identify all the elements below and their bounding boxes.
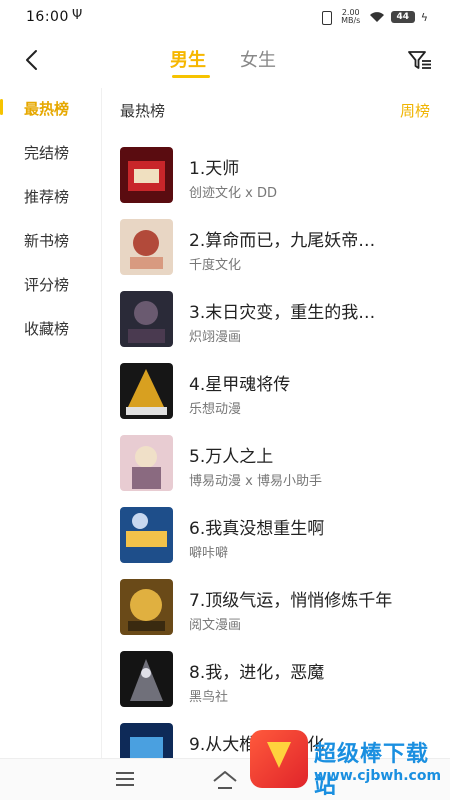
filter-icon <box>408 51 431 69</box>
cover-image <box>120 363 173 419</box>
back-button[interactable] <box>16 44 48 76</box>
cover-image <box>120 651 173 707</box>
item-author: 博易动漫 x 博易小助手 <box>189 474 322 489</box>
site-watermark: 超级棒下载站 www.cjbwh.com <box>248 724 448 799</box>
sidebar-item-rating[interactable]: 评分榜 <box>24 274 69 295</box>
watermark-url: www.cjbwh.com <box>314 768 442 784</box>
usb-icon: Ψ <box>72 8 83 23</box>
item-title: 1.天师 <box>189 159 240 179</box>
cover-image <box>120 219 173 275</box>
sidebar-item-new[interactable]: 新书榜 <box>24 230 69 251</box>
network-speed: 2.00 MB/s <box>339 9 363 25</box>
active-tab-indicator <box>172 75 210 78</box>
cover-image <box>120 435 173 491</box>
tab-male[interactable]: 男生 <box>170 46 206 72</box>
item-author: 创迹文化 x DD <box>189 186 277 201</box>
home-icon[interactable] <box>212 769 238 791</box>
list-item[interactable]: 2.算命而已，九尾妖帝… 千度文化 <box>120 219 440 277</box>
sidebar-item-completed[interactable]: 完结榜 <box>24 142 69 163</box>
item-title: 8.我，进化，恶魔 <box>189 663 325 683</box>
list-item[interactable]: 3.末日灾变，重生的我… 炽翊漫画 <box>120 291 440 349</box>
cover-image <box>120 579 173 635</box>
item-title: 7.顶级气运，悄悄修炼千年 <box>189 591 393 611</box>
item-title: 4.星甲魂将传 <box>189 375 291 395</box>
vibrate-icon <box>319 11 333 25</box>
battery-icon: 44 <box>390 11 415 23</box>
ranking-title: 最热榜 <box>120 102 166 120</box>
item-title: 2.算命而已，九尾妖帝… <box>189 231 376 251</box>
item-author: 乐想动漫 <box>189 402 242 417</box>
status-indicators: 2.00 MB/s 44 ϟ <box>319 9 428 25</box>
item-author: 阅文漫画 <box>189 618 242 633</box>
item-author: 黑鸟社 <box>189 690 229 705</box>
list-item[interactable]: 5.万人之上 博易动漫 x 博易小助手 <box>120 435 440 493</box>
top-header: 男生 女生 <box>0 34 450 88</box>
tab-female[interactable]: 女生 <box>240 46 276 72</box>
ranking-header: 最热榜 周榜 <box>120 88 432 128</box>
list-item[interactable]: 6.我真没想重生啊 噼咔噼 <box>120 507 440 565</box>
item-title: 5.万人之上 <box>189 447 274 467</box>
status-time: 16:00 <box>26 9 69 25</box>
filter-button[interactable] <box>406 46 434 74</box>
item-title: 6.我真没想重生啊 <box>189 519 325 539</box>
period-selector[interactable]: 周榜 <box>400 100 430 121</box>
list-item[interactable]: 1.天师 创迹文化 x DD <box>120 147 440 205</box>
list-item[interactable]: 7.顶级气运，悄悄修炼千年 阅文漫画 <box>120 579 440 637</box>
list-item[interactable]: 8.我，进化，恶魔 黑鸟社 <box>120 651 440 709</box>
sidebar-item-recommended[interactable]: 推荐榜 <box>24 186 69 207</box>
cover-image <box>120 147 173 203</box>
sidebar-item-favorites[interactable]: 收藏榜 <box>24 318 69 339</box>
ranking-sidebar: 最热榜 完结榜 推荐榜 新书榜 评分榜 收藏榜 <box>0 88 102 758</box>
cover-image <box>120 291 173 347</box>
status-bar: 16:00 Ψ 2.00 MB/s 44 ϟ <box>0 0 450 34</box>
item-author: 噼咔噼 <box>189 546 229 561</box>
wifi-icon <box>369 12 384 22</box>
list-item[interactable]: 4.星甲魂将传 乐想动漫 <box>120 363 440 421</box>
item-title: 3.末日灾变，重生的我… <box>189 303 376 323</box>
menu-icon[interactable] <box>115 771 135 787</box>
item-author: 炽翊漫画 <box>189 330 242 345</box>
cover-image <box>120 507 173 563</box>
sidebar-item-hottest[interactable]: 最热榜 <box>24 98 69 119</box>
watermark-logo-icon <box>250 730 308 788</box>
network-speed-unit: MB/s <box>341 16 361 25</box>
charging-icon: ϟ <box>420 10 428 24</box>
item-author: 千度文化 <box>189 258 242 273</box>
sidebar-active-indicator <box>0 99 3 115</box>
chevron-left-icon <box>26 50 37 70</box>
